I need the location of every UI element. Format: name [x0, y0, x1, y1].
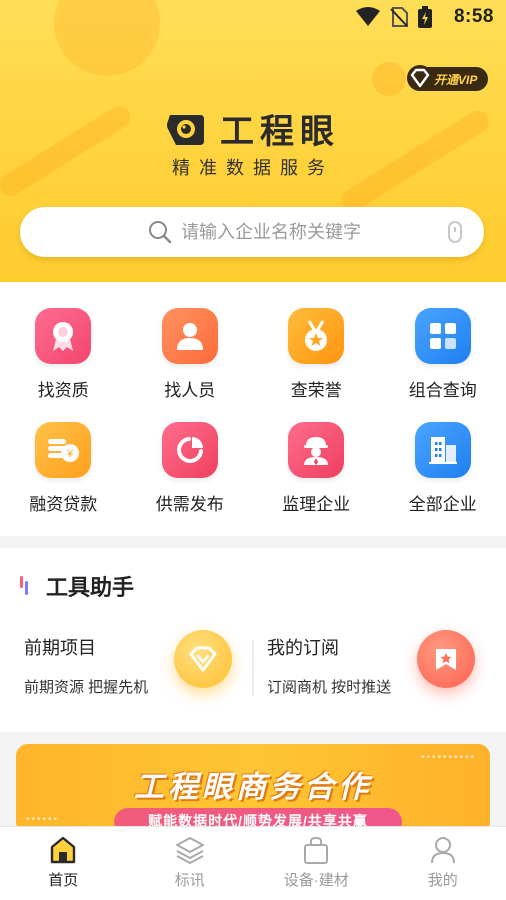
app-name: 工程眼: [220, 113, 340, 151]
bag-icon: [304, 836, 329, 864]
tools-header: 工具助手: [20, 570, 134, 602]
wifi-icon: [356, 7, 380, 26]
grid-item-financing[interactable]: ¥ 融资贷款: [0, 422, 127, 536]
slogan: 精准数据服务: [172, 158, 334, 178]
grid-item-all-enterprises[interactable]: 全部企业: [380, 422, 506, 536]
person-icon: [161, 308, 218, 364]
grid-label: 找资质: [37, 381, 89, 400]
nav-label: 设备·建材: [283, 872, 349, 889]
nav-label: 首页: [48, 872, 79, 889]
tools-section: 工具助手 前期项目 前期资源 把握先机 我的订阅 订阅商机 按时推送: [0, 548, 506, 732]
grid-item-supervision[interactable]: 监理企业: [253, 422, 380, 536]
search-input[interactable]: [181, 208, 481, 256]
status-icons: [356, 6, 432, 28]
diamond-icon: [174, 630, 232, 688]
grid-item-supply-demand[interactable]: 供需发布: [127, 422, 254, 536]
search-icon: [149, 221, 172, 244]
no-sim-icon: [390, 7, 408, 27]
nav-home[interactable]: 首页: [0, 827, 127, 900]
nav-equipment-materials[interactable]: 设备·建材: [253, 827, 380, 900]
banner-title: 工程眼商务合作: [134, 771, 372, 804]
tools-title: 工具助手: [46, 575, 135, 600]
header: 8:58 开通VIP 工程眼 精准数据服务: [0, 0, 506, 282]
grid-item-honors[interactable]: 查荣誉: [253, 308, 380, 422]
award-icon: [35, 308, 92, 364]
grid-label: 找人员: [164, 381, 216, 400]
tool-card-subscriptions[interactable]: 我的订阅 订阅商机 按时推送: [267, 630, 497, 698]
vip-label: 开通VIP: [434, 72, 478, 87]
tool-card-early-projects[interactable]: 前期项目 前期资源 把握先机: [24, 630, 254, 698]
bottom-nav: 首页 标讯 设备·建材 我的: [0, 826, 506, 900]
status-bar: 8:58: [0, 0, 506, 34]
section-marker-icon: [20, 576, 28, 595]
home-icon: [51, 836, 76, 864]
tools-divider: [252, 640, 254, 696]
feature-grid: 找资质 找人员 查荣誉 组合查询 ¥ 融资贷款 供需发布 监理企业 全部企业: [0, 282, 506, 536]
nav-label: 标讯: [174, 872, 205, 889]
svg-text:¥: ¥: [66, 448, 74, 460]
grid-item-combined-query[interactable]: 组合查询: [380, 308, 506, 422]
grid-item-qualification[interactable]: 找资质: [0, 308, 127, 422]
decor-circle: [372, 62, 406, 96]
eye-logo-icon: [167, 114, 204, 145]
nav-profile[interactable]: 我的: [380, 827, 506, 900]
buildings-icon: [414, 422, 471, 478]
coins-icon: ¥: [35, 422, 92, 478]
grid-item-personnel[interactable]: 找人员: [127, 308, 254, 422]
nav-tenders[interactable]: 标讯: [127, 827, 254, 900]
bookmark-star-icon: [417, 630, 475, 688]
grid-icon: [414, 308, 471, 364]
grid-label: 融资贷款: [29, 495, 98, 514]
grid-label: 监理企业: [282, 495, 351, 514]
vip-badge[interactable]: 开通VIP: [407, 65, 488, 91]
grid-label: 组合查询: [408, 381, 477, 400]
grid-label: 供需发布: [155, 495, 224, 514]
app-logo: 工程眼: [0, 104, 506, 153]
grid-label: 查荣誉: [290, 381, 342, 400]
supervisor-icon: [288, 422, 345, 478]
profile-icon: [430, 837, 455, 864]
grid-label: 全部企业: [408, 495, 477, 514]
decor-dots: ••••••: [26, 814, 60, 825]
status-time: 8:58: [453, 6, 494, 27]
layers-icon: [175, 837, 204, 864]
search-bar[interactable]: [20, 207, 484, 257]
microphone-icon[interactable]: [448, 221, 462, 243]
battery-charging-icon: [418, 6, 432, 28]
medal-icon: [288, 308, 345, 364]
promo-banner[interactable]: •••••••••• •••••• 工程眼商务合作 赋能数据时代/顺势发展/共享…: [16, 744, 490, 834]
nav-label: 我的: [427, 872, 458, 889]
pie-chart-icon: [161, 422, 218, 478]
diamond-icon: [407, 65, 433, 91]
